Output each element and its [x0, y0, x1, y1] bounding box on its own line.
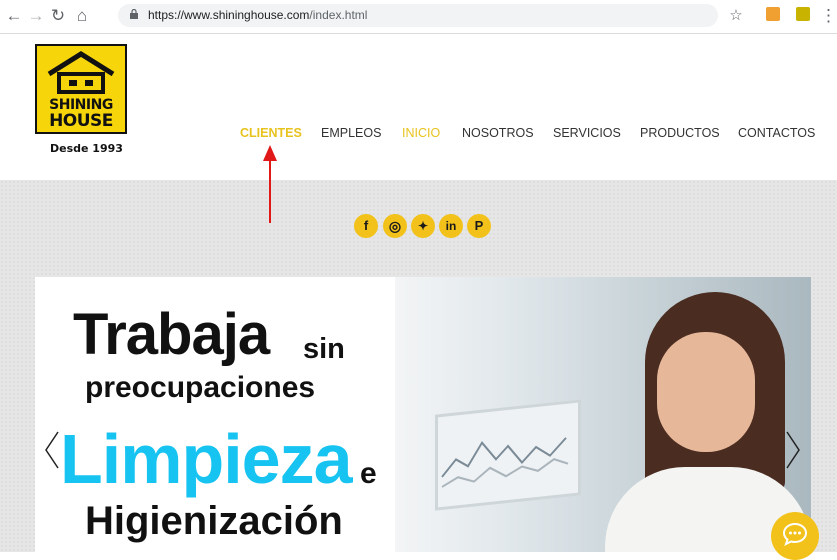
nav-servicios[interactable]: SERVICIOS: [553, 126, 621, 140]
laptop-screen: [435, 399, 581, 511]
logo-text: SHINING HOUSE: [49, 97, 113, 131]
hero-highlight: Limpieza: [60, 420, 353, 498]
nav-inicio[interactable]: INICIO: [402, 126, 440, 140]
extension-icon[interactable]: [796, 7, 810, 21]
back-icon[interactable]: ←: [4, 6, 24, 26]
address-bar[interactable]: https://www.shininghouse.com/index.html: [118, 4, 718, 27]
chat-icon: [782, 522, 808, 546]
menu-icon[interactable]: ⋮: [820, 6, 837, 26]
nav-clientes[interactable]: CLIENTES: [240, 126, 302, 140]
carousel-next-icon[interactable]: [785, 430, 801, 470]
instagram-icon[interactable]: ◎: [383, 214, 407, 238]
extension-icon[interactable]: [766, 7, 780, 21]
nav-productos[interactable]: PRODUCTOS: [640, 126, 720, 140]
carousel-prev-icon[interactable]: [44, 430, 60, 470]
browser-toolbar: ← → ↻ ⌂ https://www.shininghouse.com/ind…: [0, 0, 837, 34]
chat-button[interactable]: [771, 512, 819, 560]
hero-banner: Trabaja sin preocupaciones Limpieza e Hi…: [35, 277, 811, 552]
linkedin-icon[interactable]: in: [439, 214, 463, 238]
forward-icon[interactable]: →: [26, 6, 46, 26]
hero-line4: Higienización: [85, 499, 343, 543]
bookmark-star-icon[interactable]: ☆: [726, 6, 746, 26]
nav-nosotros[interactable]: NOSOTROS: [462, 126, 534, 140]
house-icon: [47, 51, 115, 94]
hero-subtitle: preocupaciones: [85, 371, 316, 404]
woman-face: [657, 332, 755, 452]
facebook-icon[interactable]: f: [354, 214, 378, 238]
home-icon[interactable]: ⌂: [72, 6, 92, 26]
nav-empleos[interactable]: EMPLEOS: [321, 126, 381, 140]
hero-conjunction: e: [360, 457, 377, 490]
twitter-icon[interactable]: ✦: [411, 214, 435, 238]
logo-tagline: Desde 1993: [50, 142, 123, 155]
lock-icon: [130, 9, 138, 19]
site-header: SHINING HOUSE Desde 1993 CLIENTES EMPLEO…: [0, 34, 837, 180]
nav-contactos[interactable]: CONTACTOS: [738, 126, 815, 140]
hero-title: Trabaja: [73, 302, 270, 367]
hero-photo: [395, 277, 811, 552]
logo[interactable]: SHINING HOUSE: [35, 44, 127, 134]
reload-icon[interactable]: ↻: [48, 6, 68, 26]
pinterest-icon[interactable]: P: [467, 214, 491, 238]
url-text: https://www.shininghouse.com/index.html: [148, 8, 368, 22]
hero-title-small: sin: [303, 333, 345, 365]
annotation-arrow-icon: [263, 145, 277, 223]
